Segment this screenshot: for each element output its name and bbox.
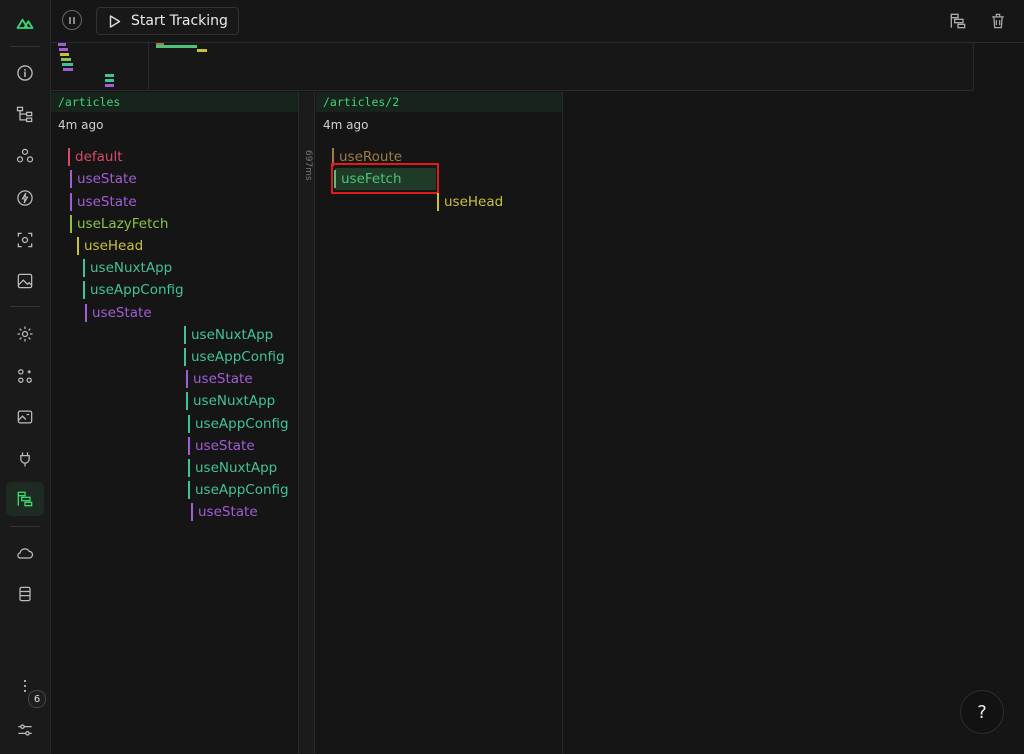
timeline-view-icon[interactable] (948, 11, 968, 31)
event-item[interactable]: useState (186, 370, 253, 388)
mini-bar (105, 74, 114, 77)
mini-bar (58, 43, 66, 46)
lightning-icon[interactable] (12, 185, 38, 211)
assets-icon[interactable] (12, 404, 38, 430)
event-item[interactable]: useNuxtApp (188, 459, 277, 477)
event-item[interactable]: useAppConfig (188, 415, 289, 433)
sidebar-divider (10, 306, 40, 307)
toolbar: Start Tracking (51, 0, 1024, 43)
mini-bar (62, 63, 73, 66)
pause-button[interactable] (62, 10, 82, 30)
nuxt-logo-icon[interactable] (12, 10, 38, 36)
overview-spacer (973, 43, 1024, 90)
plug-icon[interactable] (12, 446, 38, 472)
help-button[interactable]: ? (960, 690, 1004, 734)
start-tracking-button[interactable]: Start Tracking (96, 7, 239, 35)
event-item[interactable]: useState (70, 170, 137, 188)
route-header-articles[interactable]: /articles (51, 92, 298, 112)
inspect-icon[interactable] (12, 227, 38, 253)
event-item[interactable]: useNuxtApp (186, 392, 275, 410)
event-item[interactable]: useState (191, 503, 258, 521)
event-item[interactable]: useState (188, 437, 255, 455)
event-item[interactable]: useNuxtApp (184, 326, 273, 344)
timeline-icon[interactable] (6, 482, 44, 516)
components-tree-icon[interactable] (12, 101, 38, 127)
event-item[interactable]: useAppConfig (83, 281, 184, 299)
event-item[interactable]: useAppConfig (184, 348, 285, 366)
more-count-badge: 6 (28, 690, 46, 708)
timeline-overview[interactable] (51, 43, 973, 91)
mini-bar (59, 48, 68, 51)
app-root: 6 Start Tracking /articles 4m ago 697ms … (0, 0, 1024, 754)
mini-bar (156, 45, 197, 48)
trash-icon[interactable] (988, 11, 1008, 31)
cloud-icon[interactable] (12, 540, 38, 566)
sidebar-divider (10, 46, 40, 47)
sidebar-divider (10, 526, 40, 527)
event-item[interactable]: useState (85, 304, 152, 322)
storage-icon[interactable] (12, 581, 38, 607)
route-time: 4m ago (58, 118, 104, 132)
event-item[interactable]: useNuxtApp (83, 259, 172, 277)
time-gap (298, 92, 315, 754)
overview-divider (148, 43, 149, 90)
mini-bar (197, 49, 207, 52)
mini-bar (105, 79, 114, 82)
event-item[interactable]: default (68, 148, 123, 166)
event-item[interactable]: useHead (437, 193, 503, 211)
mini-bar (105, 84, 114, 87)
event-item[interactable]: useAppConfig (188, 481, 289, 499)
mini-bar (61, 58, 71, 61)
route-header-articles-2[interactable]: /articles/2 (316, 92, 562, 112)
image-icon[interactable] (12, 268, 38, 294)
event-item[interactable]: useHead (77, 237, 143, 255)
modules-icon[interactable] (12, 363, 38, 389)
column-divider (562, 92, 563, 754)
event-item[interactable]: useState (70, 193, 137, 211)
selection-highlight (331, 163, 439, 194)
play-icon (109, 14, 121, 28)
start-tracking-label: Start Tracking (131, 13, 228, 29)
time-gap-label: 697ms (303, 150, 313, 181)
event-item[interactable]: useLazyFetch (70, 215, 168, 233)
mini-bar (63, 68, 73, 71)
mini-bar (60, 53, 69, 56)
sliders-icon[interactable] (12, 717, 38, 743)
sidebar: 6 (0, 0, 51, 754)
route-time: 4m ago (323, 118, 369, 132)
info-icon[interactable] (12, 60, 38, 86)
nodes-icon[interactable] (12, 143, 38, 169)
gear-icon[interactable] (12, 321, 38, 347)
